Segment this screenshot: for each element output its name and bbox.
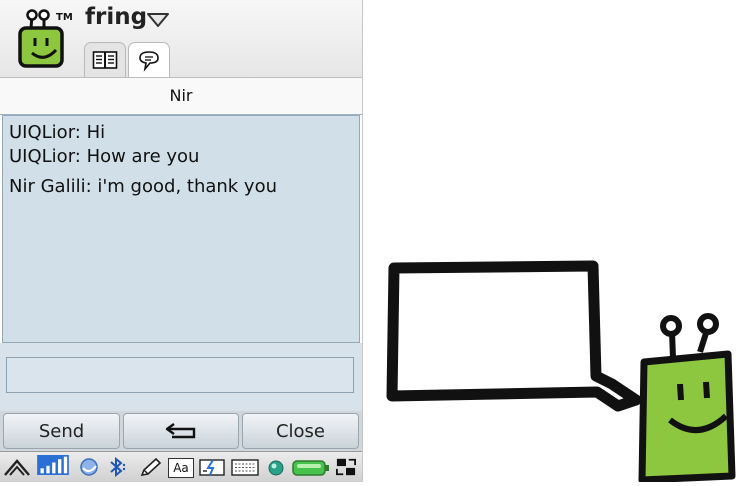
back-button[interactable] [123, 413, 239, 449]
chat-message: UIQLior: Hi [9, 122, 106, 143]
app-title: fring [85, 4, 148, 30]
message-list[interactable]: UIQLior: Hi UIQLior: How are you Nir Gal… [2, 115, 360, 343]
tab-bar [84, 42, 174, 78]
chat-message: UIQLior: How are you [9, 146, 200, 167]
battery-icon [292, 460, 329, 476]
bluetooth-icon [110, 457, 126, 477]
speech-bubble-icon [139, 50, 159, 72]
softkey-bar: Send Close [0, 411, 362, 451]
chevron-down-icon[interactable] [146, 12, 170, 28]
trademark-label: TM [56, 12, 73, 23]
moon-icon [80, 458, 98, 476]
tab-chat[interactable] [128, 42, 170, 78]
app-header: TM fring [0, 0, 362, 78]
flash-icon [199, 459, 225, 476]
phone-screen: TM fring Nir UIQLior: Hi UIQLior: How ar… [0, 0, 363, 482]
mascot-speech-bubble-icon [386, 260, 736, 484]
compose-area [0, 343, 362, 411]
transfer-icon [336, 458, 356, 476]
close-button[interactable]: Close [242, 413, 359, 449]
font-icon[interactable]: Aa [168, 458, 194, 478]
status-bar: Aa [0, 451, 362, 482]
tab-contacts[interactable] [84, 42, 126, 77]
keyboard-icon[interactable] [231, 457, 259, 477]
pen-icon [140, 457, 162, 477]
network-globe-icon [268, 460, 284, 476]
chat-message: Nir Galili: i'm good, thank you [9, 176, 278, 197]
back-arrow-icon [165, 423, 196, 439]
signal-strength-icon [37, 455, 69, 475]
message-input[interactable] [6, 357, 354, 393]
book-icon [92, 51, 118, 69]
chat-contact-name: Nir [0, 78, 362, 115]
fring-mascot-illustration [380, 250, 742, 484]
menu-triangle-icon[interactable] [3, 457, 31, 477]
send-button[interactable]: Send [3, 413, 120, 449]
